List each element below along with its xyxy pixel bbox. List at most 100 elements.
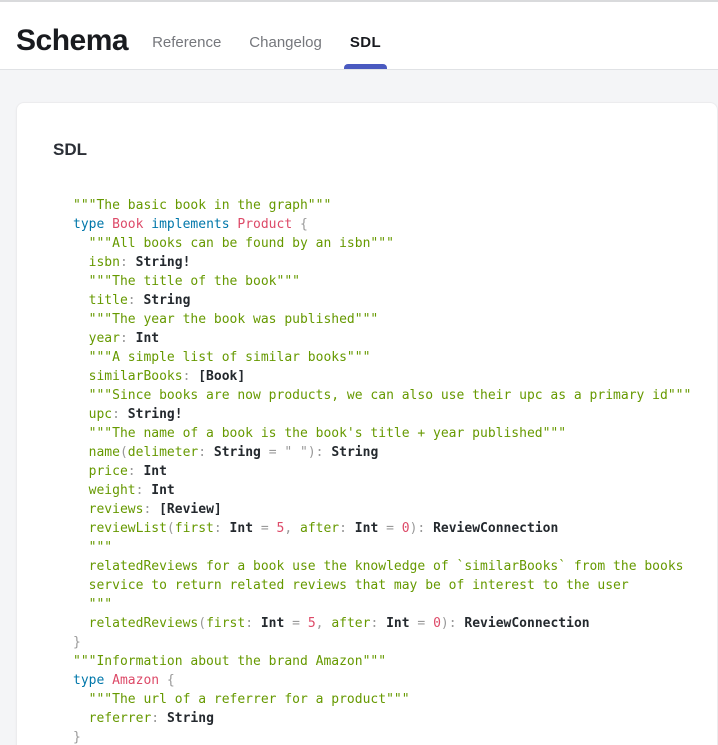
code-token: : <box>120 255 136 270</box>
code-line: } <box>73 633 697 652</box>
code-token: implements <box>143 217 237 232</box>
code-token: : <box>198 445 214 460</box>
code-token: : <box>339 521 355 536</box>
code-line: """All books can be found by an isbn""" <box>73 234 697 253</box>
code-token: """The year the book was published""" <box>73 312 378 327</box>
code-line: service to return related reviews that m… <box>73 576 697 595</box>
code-token: : <box>136 483 152 498</box>
code-token: [Book] <box>198 369 245 384</box>
code-token: { <box>159 673 175 688</box>
code-token: = " "): <box>261 445 331 460</box>
code-token: 0 <box>433 616 441 631</box>
page-title: Schema <box>16 24 128 58</box>
code-token: ): <box>410 521 433 536</box>
code-token: 0 <box>402 521 410 536</box>
code-line: isbn: String! <box>73 253 697 272</box>
code-line: referrer: String <box>73 709 697 728</box>
sdl-section-heading: SDL <box>53 140 697 160</box>
code-token: = <box>378 521 401 536</box>
code-token: ( <box>120 445 128 460</box>
active-tab-underline <box>344 64 387 69</box>
code-token: similarBooks <box>73 369 183 384</box>
code-token: year <box>73 331 120 346</box>
code-token: Int <box>355 521 378 536</box>
code-token: Amazon <box>112 673 159 688</box>
tab-changelog-label: Changelog <box>249 34 322 51</box>
code-token: [Review] <box>159 502 222 517</box>
sdl-content-card: SDL """The basic book in the graph""" typ… <box>16 102 718 745</box>
code-line: """The title of the book""" <box>73 272 697 291</box>
code-line: """The year the book was published""" <box>73 310 697 329</box>
schema-page-header: Schema Reference Changelog SDL <box>0 2 718 70</box>
code-token: weight <box>73 483 136 498</box>
code-token: ): <box>441 616 464 631</box>
code-token: reviews <box>73 502 143 517</box>
code-token: String <box>331 445 378 460</box>
code-line: weight: Int <box>73 481 697 500</box>
tab-reference[interactable]: Reference <box>152 2 221 69</box>
code-token: Int <box>136 331 159 346</box>
code-line: upc: String! <box>73 405 697 424</box>
code-token: = <box>253 521 276 536</box>
code-token: Int <box>230 521 253 536</box>
code-line: """ <box>73 538 697 557</box>
code-line: reviews: [Review] <box>73 500 697 519</box>
code-token: = <box>284 616 307 631</box>
code-token: ( <box>198 616 206 631</box>
code-line: """Information about the brand Amazon""" <box>73 652 697 671</box>
code-token: Book <box>112 217 143 232</box>
code-line: title: String <box>73 291 697 310</box>
code-token: """Since books are now products, we can … <box>73 388 691 403</box>
code-token: : <box>151 711 167 726</box>
code-line: """Since books are now products, we can … <box>73 386 697 405</box>
code-token: String <box>214 445 261 460</box>
code-token: Int <box>143 464 166 479</box>
code-line: } <box>73 728 697 745</box>
code-token: upc <box>73 407 112 422</box>
tab-sdl[interactable]: SDL <box>350 2 381 69</box>
code-line: reviewList(first: Int = 5, after: Int = … <box>73 519 697 538</box>
code-token: } <box>73 730 81 745</box>
tab-sdl-label: SDL <box>350 34 381 51</box>
code-token: { <box>292 217 308 232</box>
code-token: first <box>175 521 214 536</box>
code-token: ReviewConnection <box>433 521 558 536</box>
tab-reference-label: Reference <box>152 34 221 51</box>
code-token: first <box>206 616 245 631</box>
code-token: """ <box>73 597 112 612</box>
code-token: : <box>143 502 159 517</box>
code-token: String <box>143 293 190 308</box>
code-token: type <box>73 217 112 232</box>
code-token: 5 <box>308 616 316 631</box>
code-token: : <box>214 521 230 536</box>
schema-tab-bar: Reference Changelog SDL <box>152 2 381 69</box>
code-token: service to return related reviews that m… <box>73 578 629 593</box>
code-line: """The basic book in the graph""" <box>73 196 697 215</box>
code-line: name(delimeter: String = " "): String <box>73 443 697 462</box>
code-token: String! <box>136 255 191 270</box>
code-token: : <box>128 293 144 308</box>
code-token: """The url of a referrer for a product""… <box>73 692 410 707</box>
code-token: , <box>284 521 300 536</box>
code-token: String <box>167 711 214 726</box>
code-token: """ <box>73 540 112 555</box>
code-token: String! <box>128 407 183 422</box>
code-token: = <box>410 616 433 631</box>
code-token: type <box>73 673 112 688</box>
code-token: : <box>370 616 386 631</box>
code-token: : <box>245 616 261 631</box>
code-line: """A simple list of similar books""" <box>73 348 697 367</box>
code-token: """The basic book in the graph""" <box>73 198 331 213</box>
code-token: after <box>331 616 370 631</box>
code-token: delimeter <box>128 445 198 460</box>
code-line: type Book implements Product { <box>73 215 697 234</box>
tab-changelog[interactable]: Changelog <box>249 2 322 69</box>
code-token: } <box>73 635 81 650</box>
code-token: : <box>183 369 199 384</box>
code-line: relatedReviews for a book use the knowle… <box>73 557 697 576</box>
code-token: ReviewConnection <box>464 616 589 631</box>
code-line: year: Int <box>73 329 697 348</box>
code-token: Int <box>386 616 409 631</box>
code-token: """Information about the brand Amazon""" <box>73 654 386 669</box>
code-line: price: Int <box>73 462 697 481</box>
